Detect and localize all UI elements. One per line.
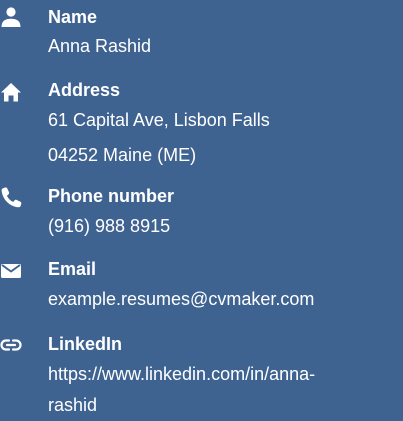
linkedin-line-1: https://www.linkedin.com/in/anna- xyxy=(48,364,316,384)
linkedin-line-2: rashid xyxy=(48,395,98,415)
phone-label: Phone number xyxy=(48,186,175,206)
address-line-2: 04252 Maine (ME) xyxy=(48,145,197,165)
home-icon xyxy=(0,81,22,103)
email-value: example.resumes@cvmaker.com xyxy=(48,289,315,309)
address-line-1: 61 Capital Ave, Lisbon Falls xyxy=(48,110,270,130)
name-label: Name xyxy=(48,7,98,27)
link-icon xyxy=(0,334,22,356)
envelope-icon xyxy=(0,260,22,282)
phone-icon xyxy=(0,186,22,208)
name-value: Anna Rashid xyxy=(48,36,152,56)
email-label: Email xyxy=(48,259,97,279)
phone-value: (916) 988 8915 xyxy=(48,216,171,236)
person-icon xyxy=(0,6,22,28)
linkedin-label: LinkedIn xyxy=(48,334,123,354)
address-label: Address xyxy=(48,80,121,100)
